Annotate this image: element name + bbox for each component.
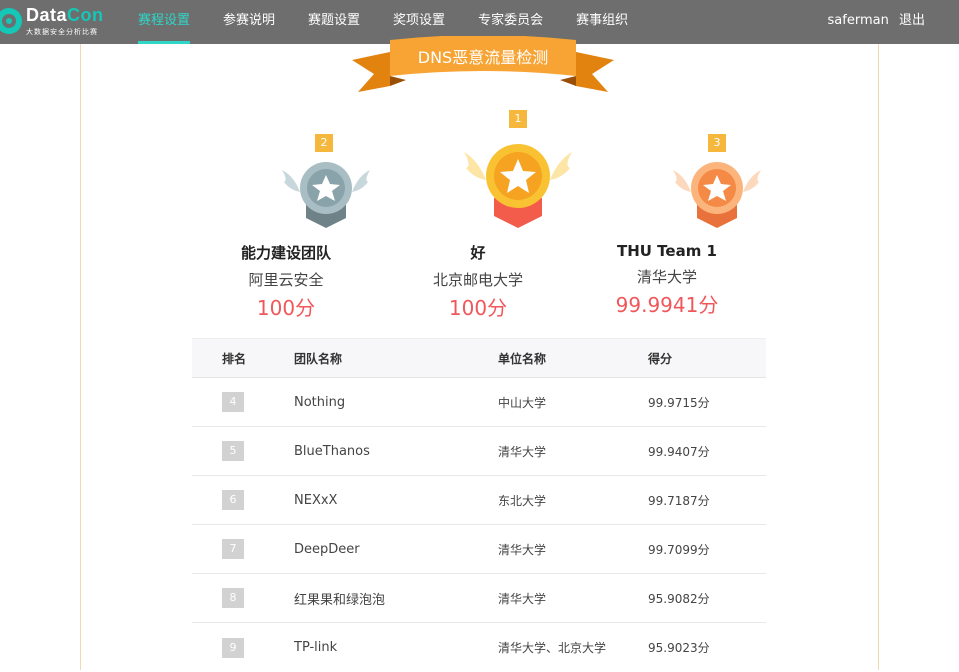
gold-medal-icon [464, 144, 572, 228]
score-cell: 95.9082分 [648, 591, 710, 606]
table-row: 6 NEXxX 东北大学 99.7187分 [192, 476, 766, 525]
bronze-medal-icon [673, 162, 761, 228]
rank-box: 9 [222, 637, 244, 658]
podium-first: 1 好 北京邮电大学 100分 [378, 110, 578, 321]
table-row: 9 TP-link 清华大学、北京大学 95.9023分 [192, 623, 766, 672]
table-row: 8 红果果和绿泡泡 清华大学 95.9082分 [192, 574, 766, 623]
podium-third: 3 THU Team 1 清华大学 99.9941分 [567, 134, 767, 318]
table-header: 排名 团队名称 单位名称 得分 [192, 338, 766, 378]
score-cell: 99.9715分 [648, 395, 710, 410]
unit-name-cell: 清华大学 [498, 444, 547, 459]
podium-unit-name: 阿里云安全 [248, 271, 324, 289]
team-name-cell: DeepDeer [294, 541, 360, 557]
rank-badge: 2 [315, 134, 333, 152]
header-unit: 单位名称 [498, 351, 547, 366]
competition-title: DNS恶意流量检测 [417, 48, 549, 67]
header-rank: 排名 [222, 351, 247, 366]
podium-team-name: THU Team 1 [616, 242, 717, 260]
silver-medal-icon [282, 162, 370, 228]
table-row: 4 Nothing 中山大学 99.9715分 [192, 378, 766, 427]
ranking-table: 排名 团队名称 单位名称 得分 4 Nothing 中山大学 99.9715分 … [192, 338, 766, 672]
logout-link[interactable]: 退出 [899, 13, 925, 28]
content-frame-left [80, 44, 81, 670]
podium-score: 100分 [448, 296, 508, 320]
username-link[interactable]: saferman [828, 13, 889, 28]
unit-name-cell: 清华大学 [498, 542, 547, 557]
score-cell: 99.9407分 [648, 444, 710, 459]
competition-title-ribbon: DNS恶意流量检测 [350, 35, 616, 94]
rank-box: 7 [222, 539, 244, 559]
header-team: 团队名称 [294, 351, 343, 366]
table-row: 5 BlueThanos 清华大学 99.9407分 [192, 427, 766, 476]
team-name-cell: NEXxX [294, 492, 338, 508]
rank-badge: 3 [708, 134, 726, 152]
team-name-cell: TP-link [294, 640, 338, 655]
logo-title-suffix: Con [67, 5, 104, 25]
logo-title: DataCon [26, 5, 104, 26]
podium-score: 99.9941分 [615, 293, 719, 317]
team-name-cell: 红果果和绿泡泡 [294, 592, 386, 608]
unit-name-cell: 清华大学、北京大学 [498, 641, 607, 655]
team-name-cell: Nothing [294, 394, 346, 410]
score-cell: 95.9023分 [648, 641, 710, 655]
podium-team-name: 好 [470, 244, 486, 262]
team-name-cell: BlueThanos [294, 443, 370, 459]
podium-team-name: 能力建设团队 [240, 244, 331, 262]
header-score: 得分 [648, 351, 673, 366]
score-cell: 99.7187分 [648, 493, 710, 508]
unit-name-cell: 清华大学 [498, 591, 547, 606]
score-cell: 99.7099分 [648, 542, 710, 557]
nav-item-instructions[interactable]: 参赛说明 [223, 0, 275, 44]
podium-unit-name: 北京邮电大学 [432, 271, 523, 289]
rank-box: 8 [222, 588, 244, 608]
content-frame-right [878, 44, 879, 670]
podium-second: 2 能力建设团队 阿里云安全 100分 [186, 134, 386, 321]
datacon-logo[interactable]: DataCon 大数据安全分析比赛 [0, 5, 104, 38]
logo-title-prefix: Data [26, 5, 68, 25]
logo-subtitle: 大数据安全分析比赛 [26, 28, 98, 36]
rank-box: 4 [222, 392, 244, 412]
datacon-logo-icon [0, 8, 22, 34]
podium-unit-name: 清华大学 [636, 268, 697, 286]
nav-item-schedule[interactable]: 赛程设置 [138, 0, 191, 44]
unit-name-cell: 中山大学 [498, 395, 547, 410]
user-area: saferman 退出 [828, 0, 925, 44]
table-row: 7 DeepDeer 清华大学 99.7099分 [192, 525, 766, 574]
unit-name-cell: 东北大学 [498, 493, 547, 508]
rank-box: 6 [222, 490, 244, 510]
podium-score: 100分 [256, 296, 316, 320]
rank-badge: 1 [509, 110, 527, 128]
rank-box: 5 [222, 441, 244, 461]
